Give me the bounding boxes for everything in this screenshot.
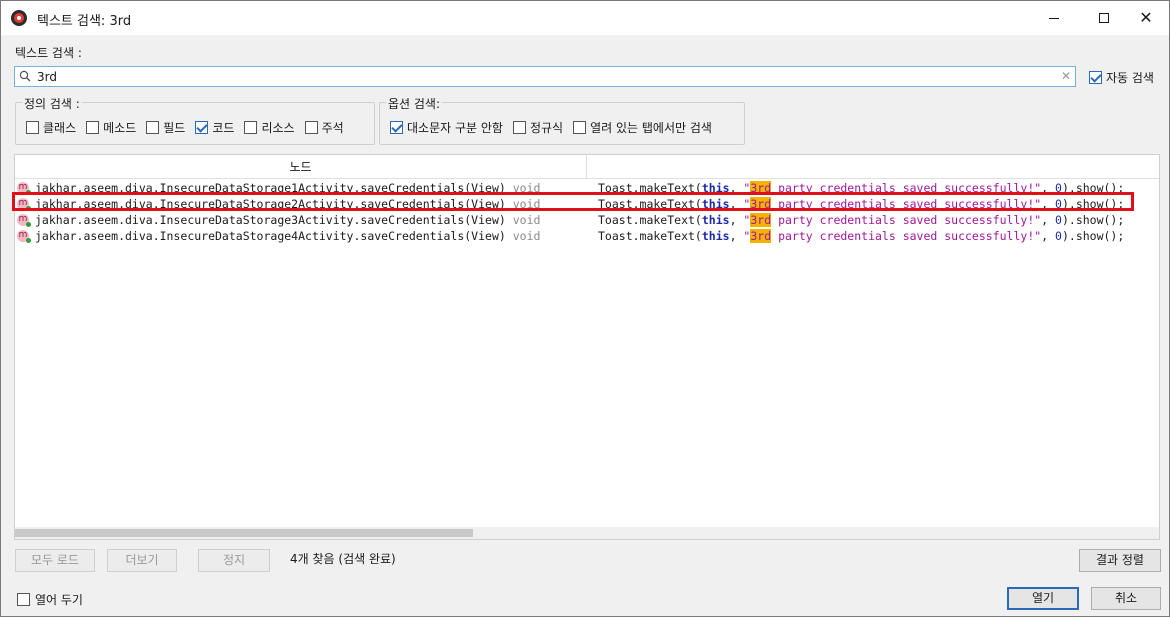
option-search-title: 옵션 검색:	[386, 95, 443, 112]
table-row-selected[interactable]: m jakhar.aseem.diva.InsecureDataStorage2…	[15, 196, 1159, 212]
keep-open-checkbox[interactable]: 열어 두기	[17, 591, 83, 608]
more-button[interactable]: 더보기	[107, 549, 177, 572]
method-icon: m	[17, 198, 31, 211]
regex-checkbox[interactable]	[512, 121, 526, 134]
node-cell: jakhar.aseem.diva.InsecureDataStorage4Ac…	[35, 229, 541, 243]
app-icon	[11, 10, 27, 26]
open-button[interactable]: 열기	[1007, 587, 1079, 610]
definition-search-title: 정의 검색 :	[22, 95, 82, 112]
definition-search-group: 정의 검색 : 클래스 메소드 필드 코드 리소스 주석	[15, 95, 375, 145]
horizontal-scrollbar[interactable]	[15, 527, 1159, 539]
code-checkbox[interactable]	[195, 121, 209, 134]
code-label: 코드	[212, 121, 235, 135]
code-cell: Toast.makeText(this, "3rd party credenti…	[598, 197, 1125, 211]
option-comment[interactable]: 주석	[304, 119, 344, 136]
scrollbar-thumb[interactable]	[15, 529, 473, 537]
open-tabs-only-label: 열려 있는 탭에서만 검색	[590, 121, 712, 135]
class-checkbox[interactable]	[26, 121, 39, 134]
node-cell: jakhar.aseem.diva.InsecureDataStorage1Ac…	[35, 181, 541, 195]
maximize-button[interactable]	[1081, 1, 1127, 35]
maximize-icon	[1099, 13, 1109, 23]
node-cell: jakhar.aseem.diva.InsecureDataStorage2Ac…	[35, 197, 541, 211]
column-header-node[interactable]: 노드	[15, 155, 587, 179]
sort-results-button[interactable]: 결과 정렬	[1079, 549, 1161, 572]
field-label: 필드	[163, 121, 186, 135]
method-icon: m	[17, 214, 31, 227]
search-icon	[19, 70, 31, 82]
option-field[interactable]: 필드	[146, 119, 185, 136]
class-label: 클래스	[43, 121, 77, 135]
minimize-icon	[1049, 17, 1059, 19]
ignore-case-label: 대소문자 구분 안함	[407, 121, 503, 135]
code-cell: Toast.makeText(this, "3rd party credenti…	[598, 229, 1125, 243]
method-label: 메소드	[103, 121, 137, 135]
search-label: 텍스트 검색 :	[15, 46, 82, 60]
close-button[interactable]: ✕	[1123, 1, 1169, 35]
option-regex[interactable]: 정규식	[512, 119, 564, 136]
node-cell: jakhar.aseem.diva.InsecureDataStorage3Ac…	[35, 213, 541, 227]
auto-search-check[interactable]	[1089, 71, 1102, 84]
option-open-tabs-only[interactable]: 열려 있는 탭에서만 검색	[573, 119, 712, 136]
keep-open-label: 열어 두기	[35, 593, 83, 607]
search-field[interactable]: ✕	[14, 66, 1076, 87]
option-search-group: 옵션 검색: 대소문자 구분 안함 정규식 열려 있는 탭에서만 검색	[379, 95, 745, 145]
auto-search-label: 자동 검색	[1106, 71, 1154, 85]
load-all-button[interactable]: 모두 로드	[15, 549, 95, 572]
cancel-button[interactable]: 취소	[1091, 587, 1161, 610]
minimize-button[interactable]	[1031, 1, 1077, 35]
resource-label: 리소스	[261, 121, 295, 135]
results-table[interactable]: 노드 m jakhar.aseem.diva.InsecureDataStora…	[14, 154, 1160, 540]
clear-icon[interactable]: ✕	[1061, 69, 1071, 83]
status-text: 4개 찾음 (검색 완료)	[290, 552, 396, 566]
option-resource[interactable]: 리소스	[244, 119, 295, 136]
keep-open-check[interactable]	[17, 593, 30, 606]
method-icon: m	[17, 230, 31, 243]
search-input[interactable]	[37, 69, 1047, 85]
resource-checkbox[interactable]	[244, 121, 258, 134]
table-row[interactable]: m jakhar.aseem.diva.InsecureDataStorage4…	[15, 228, 1159, 244]
comment-checkbox[interactable]	[304, 121, 318, 134]
open-tabs-only-checkbox[interactable]	[573, 121, 587, 134]
field-checkbox[interactable]	[146, 121, 160, 134]
table-row[interactable]: m jakhar.aseem.diva.InsecureDataStorage3…	[15, 212, 1159, 228]
stop-button[interactable]: 정지	[198, 549, 270, 572]
search-dialog: 텍스트 검색: 3rd ✕ 텍스트 검색 : ✕ 자동 검색 정의 검색 : 클…	[0, 0, 1170, 617]
results-header: 노드	[15, 155, 1159, 179]
option-class[interactable]: 클래스	[26, 119, 76, 136]
option-ignore-case[interactable]: 대소문자 구분 안함	[390, 119, 503, 136]
table-row[interactable]: m jakhar.aseem.diva.InsecureDataStorage1…	[15, 180, 1159, 196]
option-code[interactable]: 코드	[195, 119, 234, 136]
code-cell: Toast.makeText(this, "3rd party credenti…	[598, 213, 1125, 227]
code-cell: Toast.makeText(this, "3rd party credenti…	[598, 181, 1125, 195]
option-method[interactable]: 메소드	[86, 119, 136, 136]
regex-label: 정규식	[529, 121, 564, 135]
method-checkbox[interactable]	[86, 121, 100, 134]
window-title: 텍스트 검색: 3rd	[37, 14, 132, 29]
title-bar: 텍스트 검색: 3rd ✕	[1, 1, 1169, 35]
auto-search-checkbox[interactable]: 자동 검색	[1089, 69, 1154, 86]
close-icon: ✕	[1139, 8, 1153, 27]
method-icon: m	[17, 182, 31, 195]
comment-label: 주석	[321, 121, 344, 135]
ignore-case-checkbox[interactable]	[390, 121, 403, 134]
